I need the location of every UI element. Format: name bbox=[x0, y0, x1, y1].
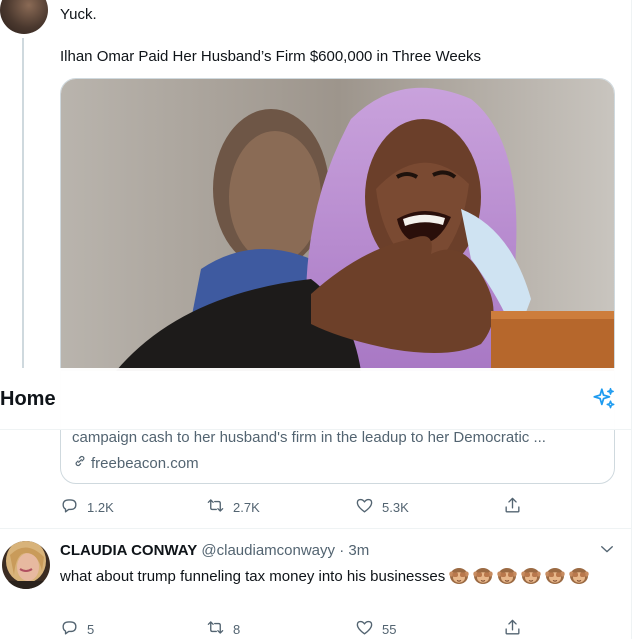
separator: · bbox=[339, 542, 345, 559]
link-icon bbox=[72, 453, 88, 473]
reply-count: 1.2K bbox=[87, 499, 114, 515]
emoji-group bbox=[449, 568, 593, 585]
share-icon bbox=[503, 618, 522, 639]
reply-icon bbox=[60, 496, 79, 518]
retweet-icon bbox=[206, 496, 225, 518]
tweet-timestamp[interactable]: 3m bbox=[348, 542, 369, 559]
link-card-domain-label: freebeacon.com bbox=[91, 454, 199, 472]
see-no-evil-monkey-emoji bbox=[449, 566, 470, 584]
reply-icon bbox=[60, 618, 79, 639]
like-count: 5.3K bbox=[382, 499, 409, 515]
column-border bbox=[631, 0, 632, 639]
like-button[interactable]: 5.3K bbox=[355, 496, 409, 518]
retweet-button[interactable]: 2.7K bbox=[206, 496, 260, 518]
retweet-button[interactable]: 8 bbox=[206, 618, 240, 639]
tweet-text-content: what about trump funneling tax money int… bbox=[60, 568, 446, 585]
see-no-evil-monkey-emoji bbox=[569, 566, 590, 584]
retweet-icon bbox=[206, 618, 225, 639]
retweet-count: 2.7K bbox=[233, 499, 260, 515]
link-card-image[interactable] bbox=[61, 79, 614, 371]
thread-line bbox=[22, 38, 24, 368]
see-no-evil-monkey-emoji bbox=[521, 566, 542, 584]
link-card-headline[interactable]: Ilhan Omar Paid Her Husband’s Firm $600,… bbox=[60, 48, 481, 65]
sparkle-icon[interactable] bbox=[591, 386, 617, 412]
link-card-description: campaign cash to her husband's firm in t… bbox=[72, 429, 546, 446]
page-title: Home bbox=[0, 388, 56, 410]
tweet-actions: 5 8 55 bbox=[60, 618, 560, 639]
timeline-header: Home bbox=[0, 368, 632, 430]
like-icon bbox=[355, 618, 374, 639]
avatar[interactable] bbox=[2, 541, 50, 589]
link-card-domain[interactable]: freebeacon.com bbox=[72, 453, 199, 473]
chevron-down-icon[interactable] bbox=[598, 540, 616, 558]
author-name[interactable]: CLAUDIA CONWAY bbox=[60, 542, 197, 559]
see-no-evil-monkey-emoji bbox=[497, 566, 518, 584]
retweet-count: 8 bbox=[233, 621, 241, 637]
share-icon bbox=[503, 496, 522, 518]
like-button[interactable]: 55 bbox=[355, 618, 396, 639]
tweet-text: Yuck. bbox=[60, 6, 97, 23]
share-button[interactable] bbox=[503, 496, 522, 518]
share-button[interactable] bbox=[503, 618, 522, 639]
like-count: 55 bbox=[382, 621, 397, 637]
reply-button[interactable]: 1.2K bbox=[60, 496, 114, 518]
author-handle[interactable]: @claudiamconwayy bbox=[201, 542, 335, 559]
reply-count: 5 bbox=[87, 621, 95, 637]
tweet-header: CLAUDIA CONWAY @claudiamconwayy · 3m bbox=[60, 542, 369, 559]
avatar[interactable] bbox=[0, 0, 48, 34]
see-no-evil-monkey-emoji bbox=[473, 566, 494, 584]
reply-button[interactable]: 5 bbox=[60, 618, 94, 639]
tweet-actions: 1.2K 2.7K 5.3K bbox=[60, 496, 560, 520]
tweet-text: what about trump funneling tax money int… bbox=[60, 566, 605, 587]
like-icon bbox=[355, 496, 374, 518]
see-no-evil-monkey-emoji bbox=[545, 566, 566, 584]
tweet-divider bbox=[0, 528, 632, 529]
